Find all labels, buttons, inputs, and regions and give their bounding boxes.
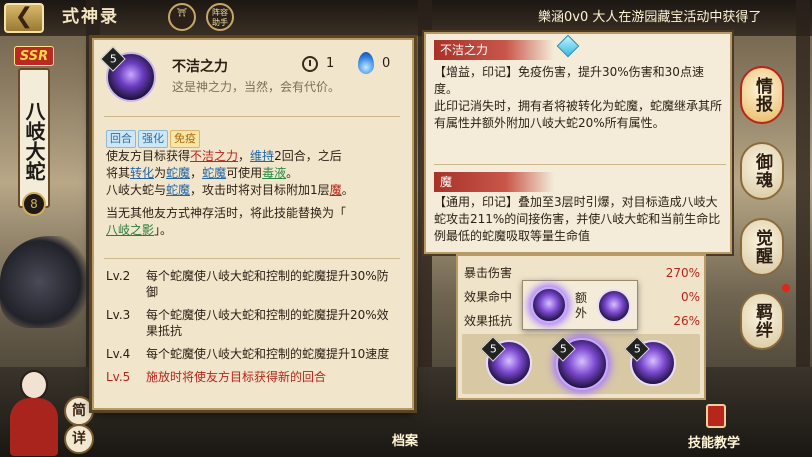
keyword-transform[interactable]: 转化 <box>130 166 154 180</box>
tag-turn: 回合 <box>106 130 136 148</box>
doll-robe <box>10 398 58 456</box>
tab-info[interactable]: 情报 <box>740 66 784 124</box>
top-bar: ❮ 式神录 ⛩ 阵容 助手 樂涵0v0 大人在游园藏宝活动中获得了 <box>0 0 812 34</box>
keyword-venom[interactable]: 毒液 <box>262 166 286 180</box>
skill-name: 不洁之力 <box>172 59 228 75</box>
keyword-unclean-power[interactable]: 不洁之力 <box>190 149 238 163</box>
keyword-sustain[interactable]: 维持 <box>250 149 274 163</box>
keyword-snake-demon[interactable]: 蛇魔 <box>202 166 226 180</box>
broadcast-ticker: 樂涵0v0 大人在游园藏宝活动中获得了 <box>538 10 762 25</box>
keyword-demon-mark[interactable]: 魔 <box>330 183 342 197</box>
rank-icon: 8 <box>22 192 46 216</box>
keyword-orochi-shadow[interactable]: 八岐之影 <box>106 223 154 237</box>
tooltip-text: 【增益，印记】免疫伤害，提升30%伤害和30点速度。 此印记消失时，拥有者将被转… <box>434 65 723 130</box>
keyword-tooltip: 不洁之力 【增益，印记】免疫伤害，提升30%伤害和30点速度。 此印记消失时，拥… <box>424 32 732 254</box>
gem-icon <box>556 34 580 58</box>
level-row: Lv.2 每个蛇魔使八岐大蛇和控制的蛇魔提升30%防御 <box>106 269 389 299</box>
divider <box>104 258 400 259</box>
divider <box>434 164 726 165</box>
tab-bond[interactable]: 羁绊 <box>740 292 784 350</box>
popup-skill-icon <box>597 289 631 323</box>
shikigami-name: 八岐大蛇 <box>18 68 50 208</box>
skill-description: 使友方目标获得不洁之力，维持2回合，之后 将其转化为蛇魔，蛇魔可使用毒液。 八岐… <box>106 149 354 237</box>
skill-slot-strip: 5 5 5 <box>462 334 700 394</box>
lineup-helper-button[interactable]: 阵容 助手 <box>206 3 234 31</box>
cooldown-icon <box>302 56 318 72</box>
skill-card: 5 不洁之力 这是神之力，当然，会有代价。 1 0 回合 强化 免疫 使友方目标… <box>92 38 414 410</box>
back-button[interactable]: ❮ <box>4 3 44 33</box>
level-row: Lv.5 施放时将使友方目标获得新的回合 <box>106 370 327 384</box>
popup-skill-icon <box>531 287 567 323</box>
doll-head <box>20 370 48 400</box>
book-icon[interactable] <box>706 404 726 428</box>
mascot-doll[interactable] <box>8 360 60 456</box>
tooltip-heading: 不洁之力 <box>434 40 554 60</box>
tab-soul[interactable]: 御魂 <box>740 142 784 200</box>
archive-button[interactable]: 档案 <box>392 430 418 449</box>
tooltip-heading: 魔 <box>434 172 554 192</box>
skill-tags: 回合 强化 免疫 <box>106 130 200 148</box>
level-list: Lv.2 每个蛇魔使八岐大蛇和控制的蛇魔提升30%防御 Lv.3 每个蛇魔使八岐大蛇… <box>106 268 406 392</box>
keyword-snake-demon[interactable]: 蛇魔 <box>166 183 190 197</box>
extra-turn-popup: 额外 <box>522 280 638 330</box>
brief-button[interactable]: 简 <box>64 396 94 426</box>
tooltip-text: 【通用，印记】叠加至3层时引爆，对目标造成八岐大蛇攻击211%的间接伤害，并使八… <box>434 195 721 243</box>
level-row: Lv.4 每个蛇魔使八岐大蛇和控制的蛇魔提升10速度 <box>106 347 390 361</box>
shrine-icon[interactable]: ⛩ <box>168 3 196 31</box>
orb-cost-value: 0 <box>382 56 391 71</box>
tag-immune: 免疫 <box>170 130 200 148</box>
serpent-portrait <box>0 236 98 328</box>
divider <box>104 116 400 117</box>
rarity-badge: SSR <box>14 46 54 66</box>
keyword-snake-demon[interactable]: 蛇魔 <box>166 166 190 180</box>
onibi-orb-icon <box>358 52 374 74</box>
tag-buff: 强化 <box>138 130 168 148</box>
popup-text: 额外 <box>575 291 588 320</box>
cooldown-value: 1 <box>326 56 335 71</box>
skill-teaching-button[interactable]: 技能教学 <box>688 432 740 451</box>
detail-button[interactable]: 详 <box>64 424 94 454</box>
notification-dot <box>782 284 790 292</box>
skill-quote: 这是神之力，当然，会有代价。 <box>172 80 341 94</box>
level-row: Lv.3 每个蛇魔使八岐大蛇和控制的蛇魔提升20%效果抵抗 <box>106 308 389 338</box>
page-title: 式神录 <box>62 7 119 27</box>
tab-awaken[interactable]: 觉醒 <box>740 218 784 276</box>
